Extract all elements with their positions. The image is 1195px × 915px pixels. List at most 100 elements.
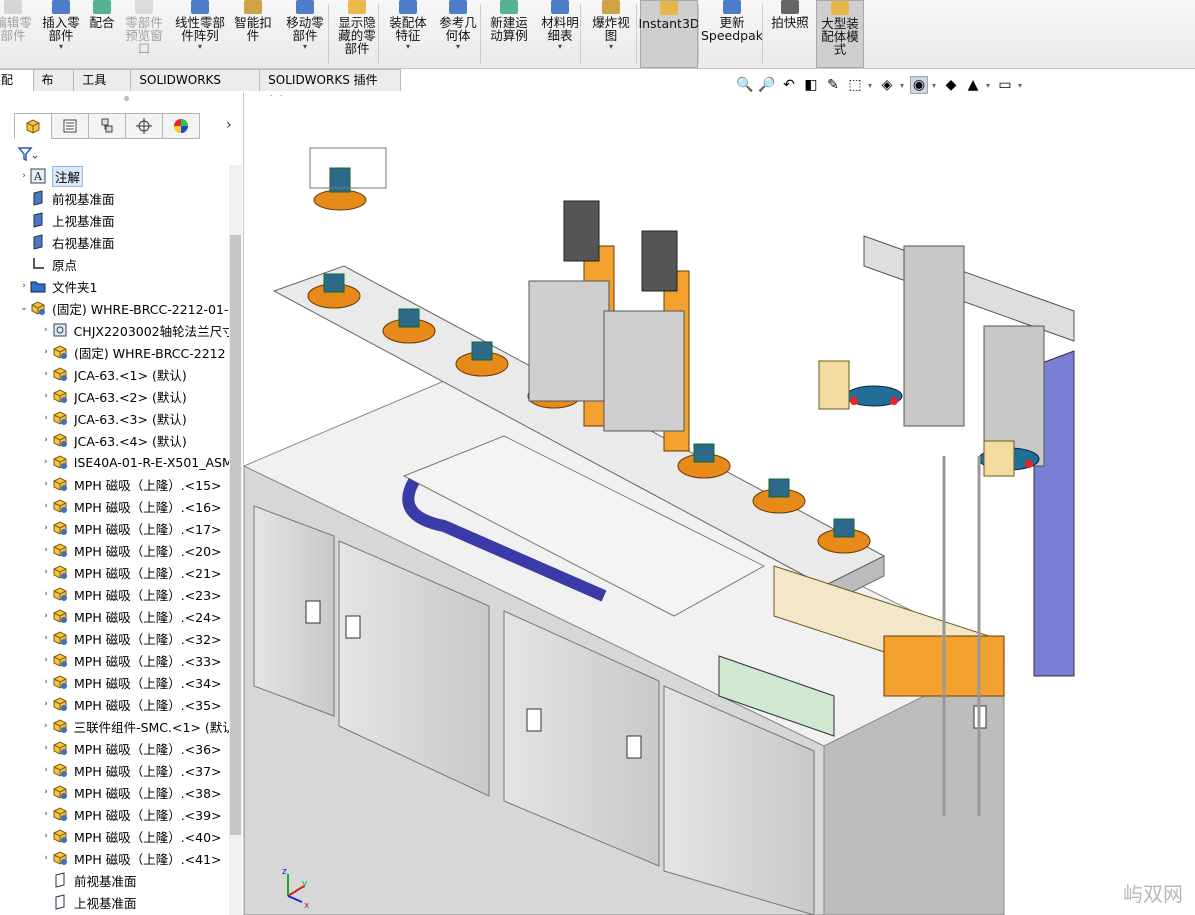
chevron-right-icon[interactable]: › [40, 457, 52, 467]
tree-node[interactable]: › MPH 磁吸（上隆）.<15> [40, 473, 229, 495]
ribbon-button-0[interactable]: 编辑零 部件 [0, 0, 34, 68]
tab-1[interactable]: 布局 [32, 69, 75, 108]
tree-node[interactable]: › (固定) WHRE-BRCC-2212 [40, 341, 229, 363]
chevron-right-icon[interactable]: › [40, 325, 52, 335]
tree-node[interactable]: › MPH 磁吸（上隆）.<34> [40, 671, 229, 693]
configuration-manager-tab[interactable] [88, 113, 126, 139]
chevron-down-icon[interactable]: ▾ [59, 43, 63, 51]
ribbon-button-6[interactable]: 移动零 部件 ▾ [280, 0, 330, 68]
ribbon-button-10[interactable]: 新建运 动算例 [485, 0, 533, 68]
tree-node[interactable]: › MPH 磁吸（上隆）.<24> [40, 605, 229, 627]
ribbon-button-16[interactable]: 大型装 配体模 式 [816, 0, 864, 68]
chevron-right-icon[interactable]: › [40, 347, 52, 357]
ribbon-button-3[interactable]: 零部件 预览窗 口 [120, 0, 168, 68]
tree-node[interactable]: › MPH 磁吸（上隆）.<39> [40, 803, 229, 825]
tree-node[interactable]: 上视基准面 [18, 209, 229, 231]
ribbon-button-9[interactable]: 参考几 何体 ▾ [435, 0, 481, 68]
tree-node[interactable]: 前视基准面 [40, 869, 229, 891]
chevron-right-icon[interactable]: › [40, 391, 52, 401]
ribbon-button-5[interactable]: 智能扣 件 [232, 0, 274, 68]
chevron-down-icon[interactable]: ▾ [609, 43, 613, 51]
chevron-right-icon[interactable]: › [40, 413, 52, 423]
chevron-down-icon[interactable]: ▾ [986, 81, 992, 90]
zoom-to-area-icon[interactable]: 🔎 [758, 76, 776, 94]
chevron-right-icon[interactable]: › [40, 787, 52, 797]
tree-node[interactable]: › MPH 磁吸（上隆）.<36> [40, 737, 229, 759]
tab-2[interactable]: 工具(T) [73, 69, 132, 108]
chevron-down-icon[interactable]: ⌄ [18, 303, 30, 313]
chevron-right-icon[interactable]: › [40, 435, 52, 445]
ribbon-button-11[interactable]: 材料明 细表 ▾ [537, 0, 583, 68]
tree-node[interactable]: › JCA-63.<2> (默认) [40, 385, 229, 407]
chevron-right-icon[interactable]: › [40, 699, 52, 709]
tree-node[interactable]: › MPH 磁吸（上隆）.<33> [40, 649, 229, 671]
ribbon-button-2[interactable]: 配合 [86, 0, 118, 68]
view-settings-icon[interactable]: ▭ [996, 76, 1014, 94]
dimxpert-manager-tab[interactable] [125, 113, 163, 139]
tree-node[interactable]: 前视基准面 [18, 187, 229, 209]
panel-grip[interactable] [124, 96, 129, 101]
tree-node[interactable]: › MPH 磁吸（上隆）.<17> [40, 517, 229, 539]
tree-node[interactable]: › MPH 磁吸（上隆）.<16> [40, 495, 229, 517]
chevron-right-icon[interactable]: › [40, 589, 52, 599]
dynamic-annotation-icon[interactable]: ✎ [824, 76, 842, 94]
chevron-right-icon[interactable]: › [40, 853, 52, 863]
chevron-down-icon[interactable]: ▾ [558, 43, 562, 51]
tree-node[interactable]: › JCA-63.<3> (默认) [40, 407, 229, 429]
display-manager-tab[interactable] [162, 113, 200, 139]
tree-node[interactable]: 右视基准面 [18, 231, 229, 253]
chevron-right-icon[interactable]: › [40, 655, 52, 665]
tree-node[interactable]: › A 注解 [18, 165, 229, 187]
chevron-right-icon[interactable]: › [40, 479, 52, 489]
chevron-right-icon[interactable]: › [40, 501, 52, 511]
tree-node[interactable]: › CHJX2203002轴轮法兰尺寸 [40, 319, 229, 341]
tree-node[interactable]: › ISE40A-01-R-E-X501_ASM [40, 451, 229, 473]
tree-node[interactable]: › MPH 磁吸（上隆）.<32> [40, 627, 229, 649]
ribbon-button-8[interactable]: 装配体 特征 ▾ [384, 0, 432, 68]
ribbon-button-15[interactable]: 拍快照 [767, 0, 813, 68]
filter-icon[interactable] [17, 146, 38, 166]
ribbon-button-4[interactable]: 线性零部 件阵列 ▾ [170, 0, 230, 68]
tree-node[interactable]: › MPH 磁吸（上隆）.<35> [40, 693, 229, 715]
tree-node[interactable]: › MPH 磁吸（上隆）.<20> [40, 539, 229, 561]
display-style-icon[interactable]: ◈ [878, 76, 896, 94]
chevron-right-icon[interactable]: › [18, 171, 30, 181]
tree-node[interactable]: ⌄ (固定) WHRE-BRCC-2212-01- [18, 297, 229, 319]
tree-scrollbar-thumb[interactable] [230, 235, 241, 835]
graphics-area[interactable]: z y x 屿双网 [244, 96, 1195, 915]
chevron-down-icon[interactable]: ▾ [932, 81, 938, 90]
edit-appearance-icon[interactable]: ◆ [942, 76, 960, 94]
chevron-down-icon[interactable]: ▾ [198, 43, 202, 51]
chevron-right-icon[interactable]: › [40, 721, 52, 731]
tree-node[interactable]: › MPH 磁吸（上隆）.<37> [40, 759, 229, 781]
chevron-right-icon[interactable]: › [40, 567, 52, 577]
previous-view-icon[interactable]: ↶ [780, 76, 798, 94]
chevron-right-icon[interactable]: › [40, 831, 52, 841]
tree-node[interactable]: › JCA-63.<1> (默认) [40, 363, 229, 385]
chevron-right-icon[interactable]: › [40, 677, 52, 687]
chevron-down-icon[interactable]: ▾ [900, 81, 906, 90]
chevron-down-icon[interactable]: ▾ [868, 81, 874, 90]
tree-node[interactable]: › JCA-63.<4> (默认) [40, 429, 229, 451]
view-orientation-icon[interactable]: ⬚ [846, 76, 864, 94]
chevron-down-icon[interactable]: ▾ [303, 43, 307, 51]
chevron-right-icon[interactable]: › [226, 117, 232, 133]
tree-node[interactable]: › MPH 磁吸（上隆）.<23> [40, 583, 229, 605]
ribbon-button-7[interactable]: 显示隐 藏的零 部件 [333, 0, 381, 68]
ribbon-button-14[interactable]: 更新 Speedpak [701, 0, 763, 68]
section-view-icon[interactable]: ◧ [802, 76, 820, 94]
ribbon-button-13[interactable]: Instant3D [638, 0, 700, 68]
chevron-down-icon[interactable]: ▾ [456, 43, 460, 51]
property-manager-tab[interactable] [51, 113, 89, 139]
tab-4[interactable]: SOLIDWORKS 插件(L) [259, 69, 401, 108]
tree-node[interactable]: › 文件夹1 [18, 275, 229, 297]
tree-node[interactable]: › MPH 磁吸（上隆）.<21> [40, 561, 229, 583]
chevron-right-icon[interactable]: › [40, 633, 52, 643]
chevron-right-icon[interactable]: › [40, 611, 52, 621]
chevron-right-icon[interactable]: › [40, 765, 52, 775]
apply-scene-icon[interactable]: ▲ [964, 76, 982, 94]
tree-node[interactable]: 上视基准面 [40, 891, 229, 913]
tab-0[interactable]: 装配体 [0, 69, 34, 108]
chevron-right-icon[interactable]: › [40, 523, 52, 533]
zoom-to-fit-icon[interactable]: 🔍 [736, 76, 754, 94]
